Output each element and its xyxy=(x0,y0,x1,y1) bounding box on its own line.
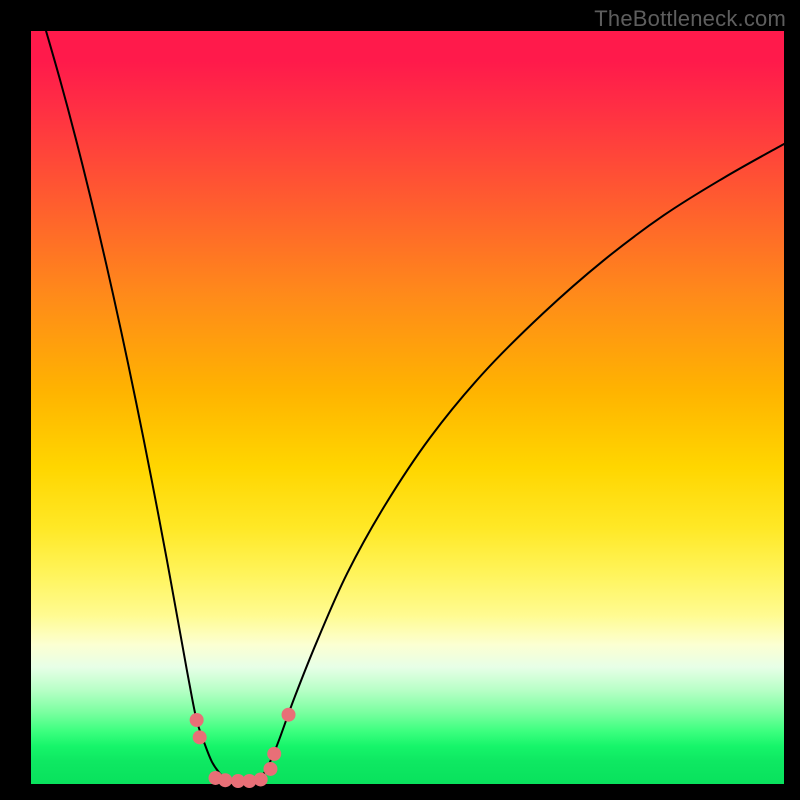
chart-svg xyxy=(0,0,800,800)
chart-frame: TheBottleneck.com xyxy=(0,0,800,800)
data-marker xyxy=(282,708,296,722)
curve-right-branch xyxy=(257,144,784,780)
data-marker xyxy=(254,772,268,786)
data-marker xyxy=(263,762,277,776)
data-marker xyxy=(193,730,207,744)
curve-layer xyxy=(46,31,784,782)
data-marker xyxy=(218,773,232,787)
data-marker xyxy=(267,747,281,761)
curve-left-branch xyxy=(46,31,227,780)
data-marker xyxy=(190,713,204,727)
watermark-text: TheBottleneck.com xyxy=(594,6,786,32)
